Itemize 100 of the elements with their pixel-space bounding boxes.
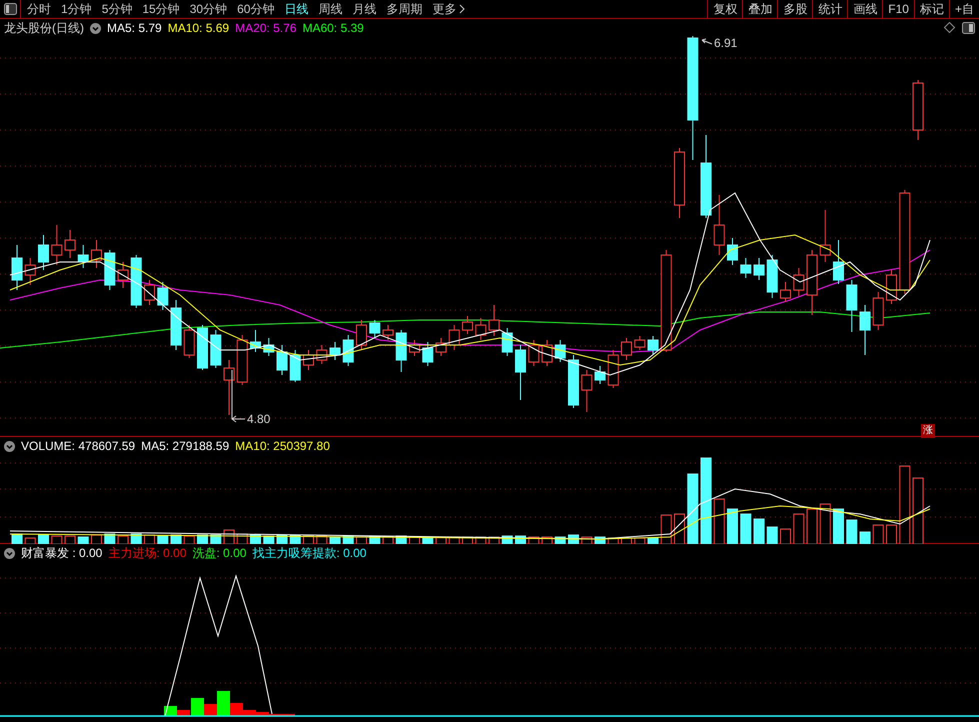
high-arrow [702, 38, 712, 44]
panel-toggle-icon[interactable] [4, 3, 16, 15]
period-tab[interactable]: 60分钟 [237, 0, 274, 18]
period-tab[interactable]: 1分钟 [61, 0, 92, 18]
candlestick [634, 336, 646, 350]
candlestick [250, 330, 261, 352]
toolbar-button[interactable]: 复权 [707, 0, 742, 18]
candlestick [276, 344, 288, 376]
candlestick [621, 338, 632, 360]
candlestick [820, 210, 831, 262]
low-price-label: 4.80 [247, 412, 270, 426]
candlestick [104, 250, 116, 290]
rise-badge: 涨 [921, 424, 935, 438]
candlestick [528, 340, 540, 366]
toolbar-button[interactable]: F10 [882, 0, 914, 18]
indicator-value: 财富暴发 : 0.00 [21, 546, 102, 560]
candlestick [448, 324, 460, 350]
candlestick [554, 340, 566, 362]
volume-bar [820, 504, 831, 544]
candlestick [130, 254, 142, 308]
volume-bar [104, 534, 116, 544]
more-button[interactable]: 更多 [432, 0, 466, 18]
volume-bar [872, 524, 884, 544]
period-tab[interactable]: 5分钟 [102, 0, 132, 18]
volume-bar [250, 534, 261, 544]
indicator-value: MA10: 5.69 [168, 21, 230, 35]
volume-bar [780, 528, 791, 544]
toolbar-button[interactable]: 画线 [847, 0, 882, 18]
period-tab[interactable]: 多周期 [386, 0, 422, 18]
low-arrow [232, 370, 246, 422]
volume-bar [754, 518, 764, 544]
diamond-icon[interactable] [944, 22, 955, 33]
candlestick [342, 334, 354, 366]
indicator-value: MA20: 5.76 [235, 21, 296, 35]
candlestick [502, 328, 513, 356]
volume-bar [12, 534, 22, 544]
period-tab[interactable]: 周线 [318, 0, 342, 18]
candlestick [806, 250, 818, 316]
candlestick [157, 282, 168, 310]
candlestick [91, 240, 102, 268]
candlestick [290, 350, 301, 382]
candlestick [356, 320, 367, 350]
candlestick [780, 282, 791, 302]
volume-bar [648, 538, 658, 544]
volume-bar [660, 514, 672, 544]
period-tab[interactable]: 30分钟 [190, 0, 228, 18]
candlestick [872, 292, 884, 330]
volume-bar [157, 536, 168, 544]
volume-bar [860, 532, 870, 544]
candlestick [886, 270, 897, 304]
candlestick [38, 234, 49, 270]
indicator-value: 主力进场: 0.00 [108, 546, 186, 560]
candlestick [608, 350, 619, 388]
indicator-value: 洗盘: 0.00 [192, 546, 246, 560]
period-tab[interactable]: 月线 [352, 0, 376, 18]
dropdown-icon[interactable] [4, 548, 15, 558]
candlestick [224, 360, 234, 416]
candlestick [515, 344, 526, 400]
candlestick [462, 316, 473, 334]
candlestick [568, 354, 579, 408]
candlestick [846, 280, 858, 332]
candlestick [754, 258, 764, 280]
volume-bar [197, 534, 208, 544]
candlestick [316, 344, 328, 364]
toolbar-button[interactable]: +自 [948, 0, 979, 18]
volume-bar [766, 526, 778, 544]
toolbar-button[interactable]: 叠加 [742, 0, 778, 18]
volume-bar [330, 536, 340, 544]
panel-toggle-icon[interactable] [962, 22, 975, 34]
volume-bar [118, 536, 128, 544]
dropdown-icon[interactable] [90, 22, 101, 34]
period-tab[interactable]: 分时 [27, 0, 51, 18]
indicator-value: MA5: 5.79 [107, 21, 162, 35]
volume-bar [78, 536, 89, 544]
volume-bar [793, 514, 804, 544]
candlestick [236, 334, 248, 386]
candlestick [78, 244, 89, 268]
candlestick [396, 330, 407, 372]
dropdown-icon[interactable] [4, 440, 15, 452]
toolbar-button[interactable]: 多股 [777, 0, 812, 18]
candlestick [118, 262, 128, 288]
chart-title: 龙头股份(日线) [4, 21, 84, 35]
volume-bar [674, 514, 685, 544]
volume-bar [833, 508, 844, 544]
toolbar-button[interactable]: 标记 [914, 0, 949, 18]
volume-bar [886, 524, 897, 544]
toolbar-button[interactable]: 统计 [812, 0, 848, 18]
candlestick [263, 338, 274, 356]
candlestick [727, 238, 738, 266]
candlestick [740, 258, 752, 278]
candlestick [912, 80, 924, 140]
volume-bar [210, 534, 222, 544]
candlestick [422, 342, 434, 366]
volume-bar [24, 538, 36, 544]
indicator-value: VOLUME: 478607.59 [21, 439, 136, 453]
volume-bar [38, 534, 49, 544]
volume-bar [130, 534, 142, 544]
candlestick [369, 320, 380, 338]
period-tab[interactable]: 日线 [284, 0, 308, 18]
period-tab[interactable]: 15分钟 [142, 0, 180, 18]
